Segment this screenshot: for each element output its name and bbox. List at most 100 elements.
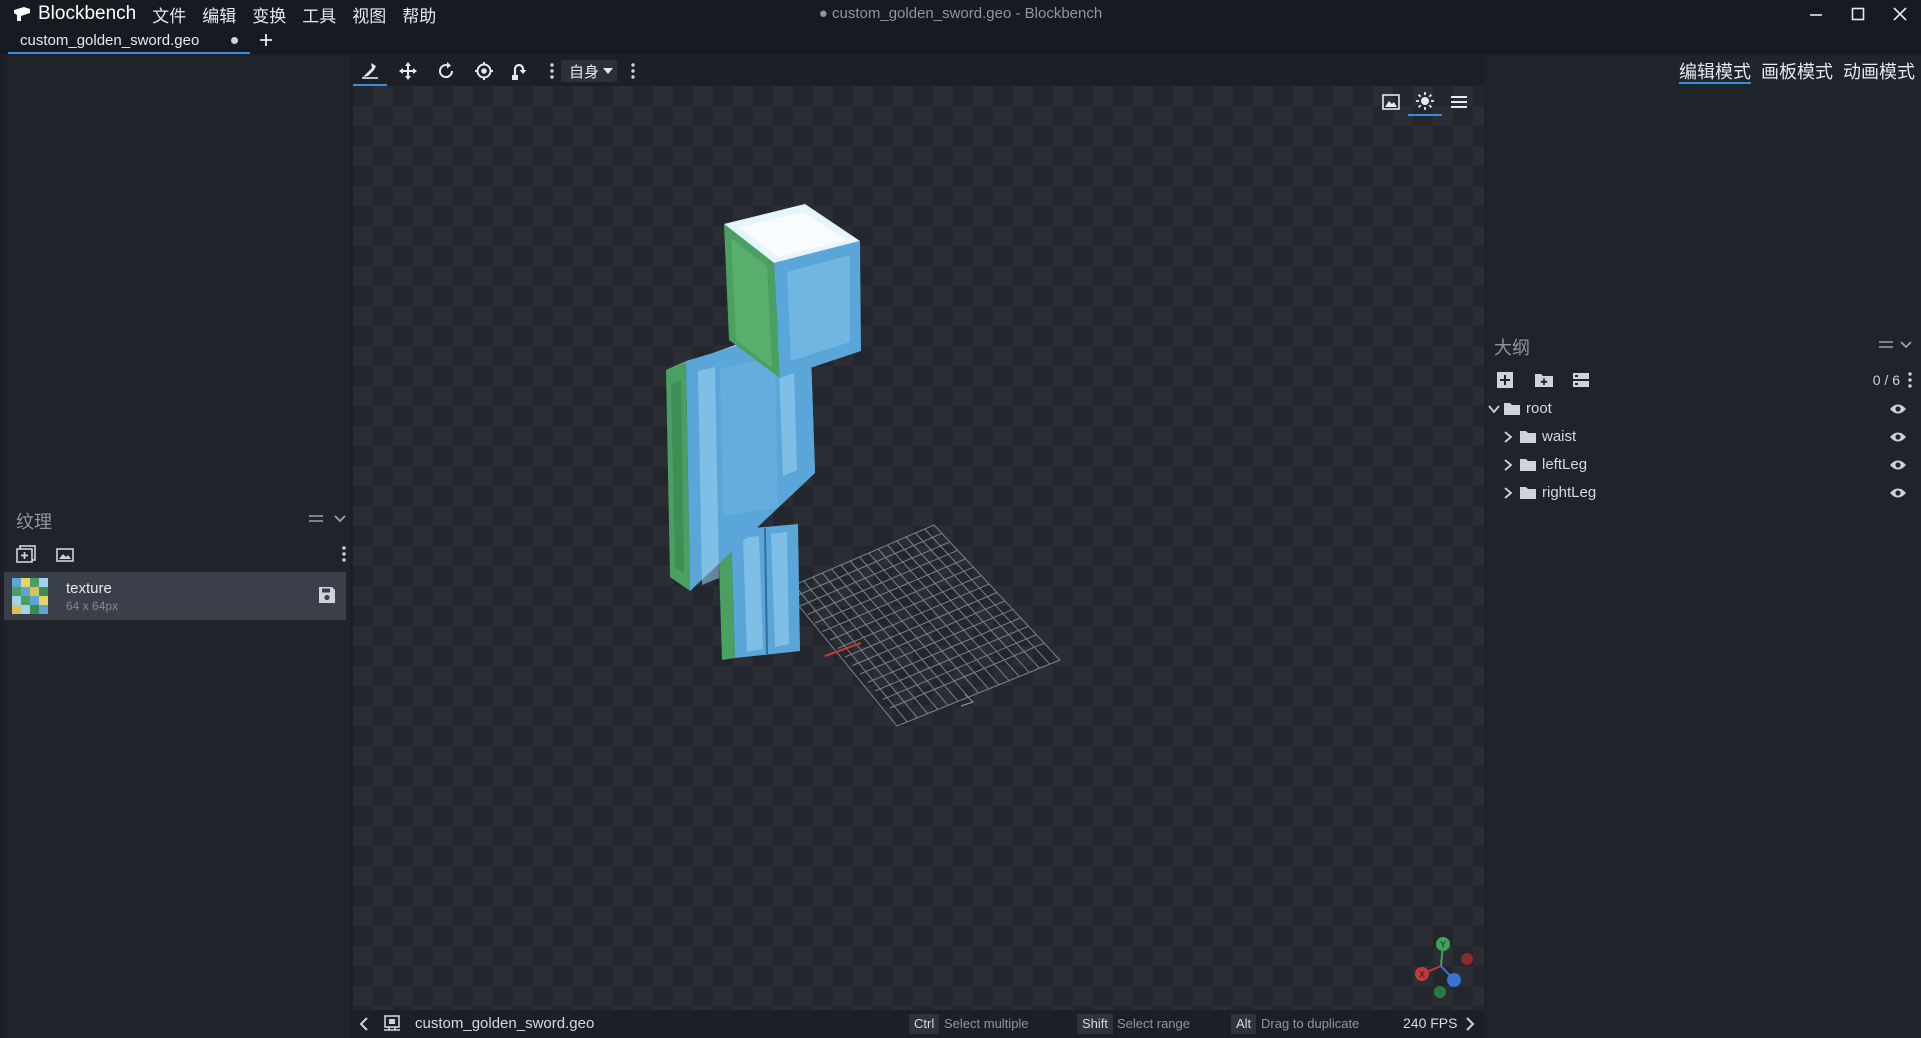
new-tab-button[interactable] <box>256 28 276 52</box>
plus-icon <box>260 34 272 46</box>
visibility-eye-icon[interactable] <box>1889 403 1907 415</box>
tab-bar: custom_golden_sword.geo <box>0 28 1921 54</box>
collapse-toggle-icon[interactable] <box>308 514 324 524</box>
outliner-node-leftleg[interactable]: leftLeg <box>1484 452 1921 478</box>
close-button[interactable] <box>1879 0 1921 28</box>
blockbench-logo-icon <box>14 7 30 21</box>
transform-toolbar: 自身 <box>353 56 1484 86</box>
chevron-down-icon[interactable] <box>1488 403 1500 415</box>
chevron-down-icon[interactable] <box>1900 340 1912 350</box>
image-icon <box>1382 94 1400 110</box>
y-axis-label: Y <box>1440 940 1446 950</box>
textures-toolbar <box>12 544 348 566</box>
tab-paint-mode[interactable]: 画板模式 <box>1761 58 1833 82</box>
menu-edit[interactable]: 编辑 <box>202 2 236 27</box>
pivot-tool[interactable] <box>467 56 501 86</box>
texture-size: 64 x 64px <box>66 599 119 613</box>
collapse-toggle-icon[interactable] <box>1878 340 1894 350</box>
outliner-more-icon[interactable] <box>1908 372 1912 388</box>
lighting-toggle[interactable] <box>1408 88 1442 116</box>
import-texture-icon[interactable] <box>56 546 74 562</box>
texture-name: texture <box>66 580 112 597</box>
minimize-icon <box>1810 14 1822 16</box>
vertex-snap-tool[interactable] <box>353 56 387 86</box>
model-preview[interactable] <box>353 86 1484 1010</box>
viewport-menu-button[interactable] <box>1442 88 1476 116</box>
add-cube-icon[interactable] <box>1496 371 1514 389</box>
toolbar-overflow-icon[interactable] <box>631 63 635 79</box>
chevron-right-icon[interactable] <box>1465 1016 1475 1032</box>
outliner-node-label: root <box>1526 400 1552 417</box>
menu-view[interactable]: 视图 <box>352 2 386 27</box>
close-icon <box>1893 7 1907 21</box>
rotate-pivot-tool[interactable] <box>503 56 537 86</box>
chevron-right-icon[interactable] <box>1502 431 1514 443</box>
rotate-icon <box>439 62 454 79</box>
tab-edit-mode[interactable]: 编辑模式 <box>1679 58 1751 84</box>
x-axis-label: X <box>1419 970 1425 980</box>
left-panel: 纹理 texture 64 x 64px <box>4 56 350 1038</box>
minimize-button[interactable] <box>1795 0 1837 28</box>
3d-viewport[interactable]: Y X <box>353 86 1484 1010</box>
hamburger-menu-icon <box>1451 96 1467 108</box>
screenshot-button[interactable] <box>1374 88 1408 116</box>
right-panel: 编辑模式 画板模式 动画模式 大纲 0 / 6 root waist leftL… <box>1484 56 1921 1038</box>
menu-transform[interactable]: 变换 <box>252 2 286 27</box>
menu-file[interactable]: 文件 <box>152 2 186 27</box>
vertex-snap-icon <box>362 63 378 79</box>
outliner-node-root[interactable]: root <box>1484 396 1921 422</box>
z-axis-handle[interactable] <box>1447 973 1461 987</box>
save-texture-icon[interactable] <box>318 586 336 604</box>
add-group-icon[interactable] <box>1534 372 1554 388</box>
visibility-eye-icon[interactable] <box>1889 459 1907 471</box>
folder-icon <box>1504 403 1520 415</box>
status-filename: custom_golden_sword.geo <box>415 1015 595 1032</box>
maximize-button[interactable] <box>1837 0 1879 28</box>
hint-select-range: Select range <box>1117 1016 1190 1031</box>
transform-space-select[interactable]: 自身 <box>561 60 617 82</box>
more-options-icon[interactable] <box>342 546 346 562</box>
kbd-shift: Shift <box>1077 1014 1114 1034</box>
texture-list-item[interactable]: texture 64 x 64px <box>4 572 346 620</box>
folder-icon <box>1520 487 1536 499</box>
outliner-toolbar: 0 / 6 <box>1494 370 1914 392</box>
chevron-right-icon[interactable] <box>1502 459 1514 471</box>
menu-tools[interactable]: 工具 <box>302 2 336 27</box>
chevron-down-icon[interactable] <box>334 514 346 524</box>
visibility-eye-icon[interactable] <box>1889 431 1907 443</box>
toolbar-more-icon[interactable] <box>550 63 554 79</box>
tab-animate-mode[interactable]: 动画模式 <box>1843 58 1915 82</box>
outliner-node-waist[interactable]: waist <box>1484 424 1921 450</box>
visibility-eye-icon[interactable] <box>1889 487 1907 499</box>
kbd-alt: Alt <box>1231 1014 1257 1034</box>
move-tool[interactable] <box>391 56 425 86</box>
file-model-icon <box>384 1015 400 1031</box>
axis-gizmo[interactable]: Y X <box>1408 934 1478 1004</box>
folder-icon <box>1520 459 1536 471</box>
fps-counter: 240 FPS <box>1403 1015 1458 1031</box>
app-name: Blockbench <box>38 3 137 24</box>
hint-drag-duplicate: Drag to duplicate <box>1261 1016 1360 1031</box>
mode-switch: 编辑模式 画板模式 动画模式 <box>1669 58 1915 84</box>
transform-space-value: 自身 <box>569 63 600 81</box>
app-logo[interactable]: Blockbench <box>12 0 152 28</box>
unsaved-dot-icon[interactable] <box>231 37 238 44</box>
texture-thumbnail-icon <box>12 578 48 614</box>
window-controls <box>1795 0 1921 28</box>
chevron-left-icon[interactable] <box>359 1016 369 1032</box>
menu-help[interactable]: 帮助 <box>402 2 436 27</box>
textures-panel-header: 纹理 <box>16 508 346 532</box>
add-texture-icon[interactable] <box>16 545 36 563</box>
negative-y-handle[interactable] <box>1434 986 1446 998</box>
rotate-tool[interactable] <box>429 56 463 86</box>
collapse-all-icon[interactable] <box>1572 372 1590 388</box>
file-tab-label: custom_golden_sword.geo <box>20 31 200 49</box>
pivot-target-icon <box>475 62 493 80</box>
maximize-icon <box>1851 7 1865 21</box>
negative-x-handle[interactable] <box>1461 953 1473 965</box>
kbd-ctrl: Ctrl <box>909 1014 940 1034</box>
file-tab[interactable]: custom_golden_sword.geo <box>8 28 250 54</box>
outliner-node-rightleg[interactable]: rightLeg <box>1484 480 1921 506</box>
window-title: ● custom_golden_sword.geo - Blockbench <box>818 5 1103 22</box>
chevron-right-icon[interactable] <box>1502 487 1514 499</box>
